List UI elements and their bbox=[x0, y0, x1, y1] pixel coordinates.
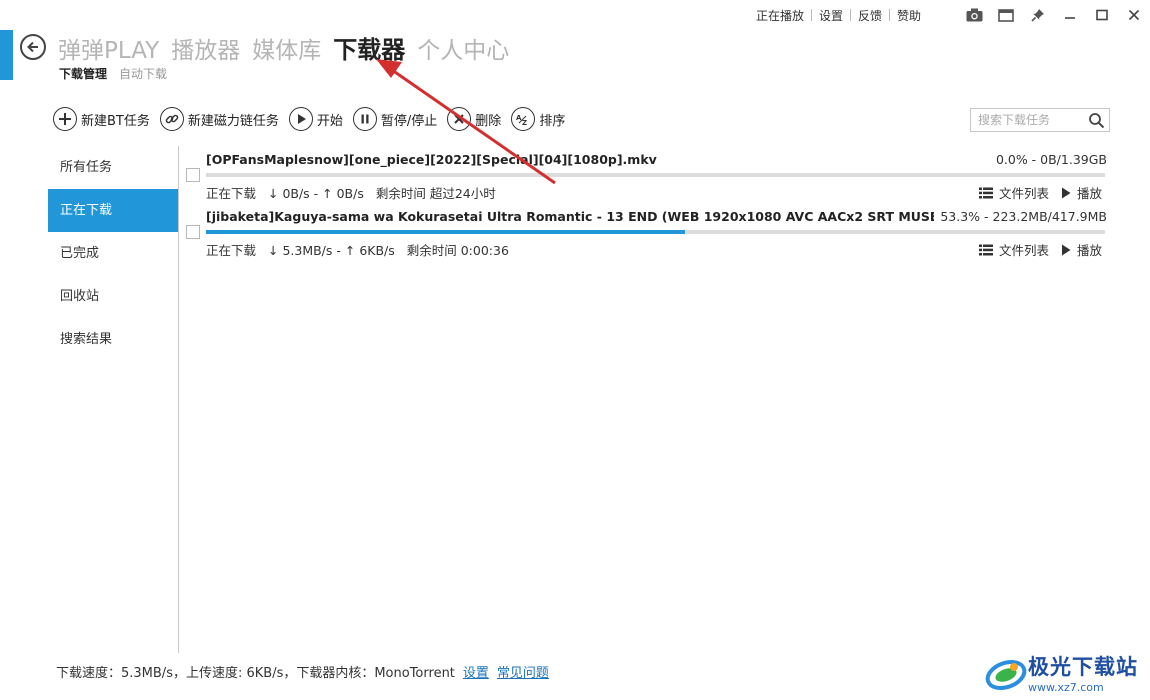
search-input[interactable] bbox=[978, 113, 1082, 127]
list-icon bbox=[978, 244, 993, 255]
accent-bar bbox=[0, 30, 13, 80]
back-button[interactable] bbox=[20, 34, 46, 60]
sidebar-item-completed[interactable]: 已完成 bbox=[48, 232, 178, 275]
task-list: [OPFansMaplesnow][one_piece][2022][Speci… bbox=[179, 146, 1110, 260]
close-icon[interactable] bbox=[1118, 0, 1150, 30]
task-status: 正在下载 ↓ 5.3MB/s - ↑ 6KB/s 剩余时间 0:00:36 bbox=[206, 240, 517, 259]
progress-bar bbox=[206, 230, 1105, 234]
progress-fill bbox=[206, 230, 686, 234]
new-magnet-task-button[interactable]: 新建磁力链任务 bbox=[159, 107, 279, 131]
camera-icon[interactable] bbox=[958, 0, 990, 30]
file-list-label: 文件列表 bbox=[998, 243, 1049, 258]
delete-x-icon bbox=[447, 107, 472, 131]
play-label: 播放 bbox=[1076, 186, 1102, 201]
task-name: [OPFansMaplesnow][one_piece][2022][Speci… bbox=[206, 152, 657, 167]
link-icon bbox=[159, 107, 184, 131]
sidebar-item-search-results[interactable]: 搜索结果 bbox=[48, 318, 178, 361]
now-playing-link[interactable]: 正在播放 bbox=[749, 7, 811, 24]
maximize-icon[interactable] bbox=[1086, 0, 1118, 30]
sidebar: 所有任务 正在下载 已完成 回收站 搜索结果 bbox=[48, 146, 178, 361]
mini-mode-icon[interactable] bbox=[990, 0, 1022, 30]
start-button[interactable]: 开始 bbox=[288, 107, 343, 131]
faq-link[interactable]: 常见问题 bbox=[497, 662, 549, 681]
pause-icon bbox=[352, 107, 377, 131]
title-bar: 正在播放 设置 反馈 赞助 bbox=[749, 0, 1150, 30]
task-checkbox[interactable] bbox=[186, 168, 200, 182]
toolbar: 新建BT任务 新建磁力链任务 开始 暂停/停止 删除 AZ 排序 bbox=[53, 107, 575, 131]
task-row[interactable]: [OPFansMaplesnow][one_piece][2022][Speci… bbox=[179, 146, 1110, 203]
sidebar-item-recycle-bin[interactable]: 回收站 bbox=[48, 275, 178, 318]
task-progress-text: 53.3% - 223.2MB/417.9MB bbox=[940, 209, 1107, 224]
watermark-title: 极光下载站 bbox=[1028, 655, 1138, 679]
task-remaining: 剩余时间 0:00:36 bbox=[406, 243, 509, 258]
sub-nav: 下载管理 自动下载 bbox=[59, 65, 179, 82]
pause-stop-label: 暂停/停止 bbox=[380, 113, 438, 129]
search-icon[interactable] bbox=[1088, 112, 1105, 133]
watermark: 极光下载站 www.xz7.com bbox=[984, 651, 1138, 694]
svg-text:Z: Z bbox=[522, 119, 527, 127]
pause-stop-button[interactable]: 暂停/停止 bbox=[352, 107, 438, 131]
play-icon bbox=[1061, 244, 1071, 255]
task-progress-text: 0.0% - 0B/1.39GB bbox=[995, 152, 1107, 167]
plus-icon bbox=[53, 107, 77, 131]
minimize-icon[interactable] bbox=[1054, 0, 1086, 30]
nav-player[interactable]: 播放器 bbox=[171, 31, 240, 65]
task-remaining: 剩余时间 超过24小时 bbox=[375, 186, 496, 201]
task-speed: ↓ 5.3MB/s - ↑ 6KB/s bbox=[268, 243, 395, 258]
tab-download-manager[interactable]: 下载管理 bbox=[59, 65, 107, 82]
settings-link[interactable]: 设置 bbox=[812, 7, 850, 24]
file-list-button[interactable]: 文件列表 bbox=[978, 240, 1049, 259]
sidebar-item-downloading[interactable]: 正在下载 bbox=[48, 189, 178, 232]
new-bt-task-button[interactable]: 新建BT任务 bbox=[53, 107, 150, 131]
aurora-logo-icon bbox=[985, 659, 1027, 690]
sponsor-link[interactable]: 赞助 bbox=[890, 7, 928, 24]
nav-downloader[interactable]: 下载器 bbox=[333, 30, 405, 65]
task-speed: ↓ 0B/s - ↑ 0B/s bbox=[268, 186, 364, 201]
status-bar: 下载速度：5.3MB/s，上传速度: 6KB/s，下载器内核：MonoTorre… bbox=[56, 662, 549, 681]
play-button[interactable]: 播放 bbox=[1061, 183, 1102, 202]
sort-label: 排序 bbox=[539, 113, 566, 129]
play-icon bbox=[288, 107, 313, 131]
delete-label: 删除 bbox=[475, 113, 502, 129]
task-state: 正在下载 bbox=[206, 243, 257, 258]
file-list-button[interactable]: 文件列表 bbox=[978, 183, 1049, 202]
nav-media-library[interactable]: 媒体库 bbox=[252, 31, 321, 65]
task-checkbox[interactable] bbox=[186, 225, 200, 239]
feedback-link[interactable]: 反馈 bbox=[851, 7, 889, 24]
task-name: [jibaketa]Kaguya-sama wa Kokurasetai Ult… bbox=[206, 209, 934, 224]
watermark-url: www.xz7.com bbox=[1028, 681, 1104, 694]
nav-personal-center[interactable]: 个人中心 bbox=[417, 31, 509, 65]
status-text: 下载速度：5.3MB/s，上传速度: 6KB/s，下载器内核：MonoTorre… bbox=[56, 666, 455, 681]
sort-az-icon: AZ bbox=[511, 107, 536, 131]
new-magnet-task-label: 新建磁力链任务 bbox=[187, 113, 279, 129]
sidebar-item-all-tasks[interactable]: 所有任务 bbox=[48, 146, 178, 189]
task-state: 正在下载 bbox=[206, 186, 257, 201]
sort-button[interactable]: AZ 排序 bbox=[511, 107, 565, 131]
new-bt-task-label: 新建BT任务 bbox=[81, 113, 150, 129]
main-nav: 弹弹PLAY 播放器 媒体库 下载器 个人中心 bbox=[58, 30, 521, 65]
search-box bbox=[970, 108, 1110, 132]
tab-auto-download[interactable]: 自动下载 bbox=[119, 65, 167, 82]
play-icon bbox=[1061, 187, 1071, 198]
pin-icon[interactable] bbox=[1022, 0, 1054, 30]
delete-button[interactable]: 删除 bbox=[447, 107, 501, 131]
start-label: 开始 bbox=[316, 113, 343, 129]
nav-dandanplay[interactable]: 弹弹PLAY bbox=[58, 31, 159, 65]
file-list-label: 文件列表 bbox=[998, 186, 1049, 201]
play-button[interactable]: 播放 bbox=[1061, 240, 1102, 259]
list-icon bbox=[978, 187, 993, 198]
play-label: 播放 bbox=[1076, 243, 1102, 258]
arrow-left-icon bbox=[27, 41, 38, 53]
task-actions: 文件列表 播放 bbox=[967, 183, 1102, 202]
progress-bar bbox=[206, 173, 1105, 177]
task-actions: 文件列表 播放 bbox=[967, 240, 1102, 259]
task-row[interactable]: [jibaketa]Kaguya-sama wa Kokurasetai Ult… bbox=[179, 203, 1110, 260]
settings-link[interactable]: 设置 bbox=[463, 662, 489, 681]
task-status: 正在下载 ↓ 0B/s - ↑ 0B/s 剩余时间 超过24小时 bbox=[206, 183, 504, 202]
